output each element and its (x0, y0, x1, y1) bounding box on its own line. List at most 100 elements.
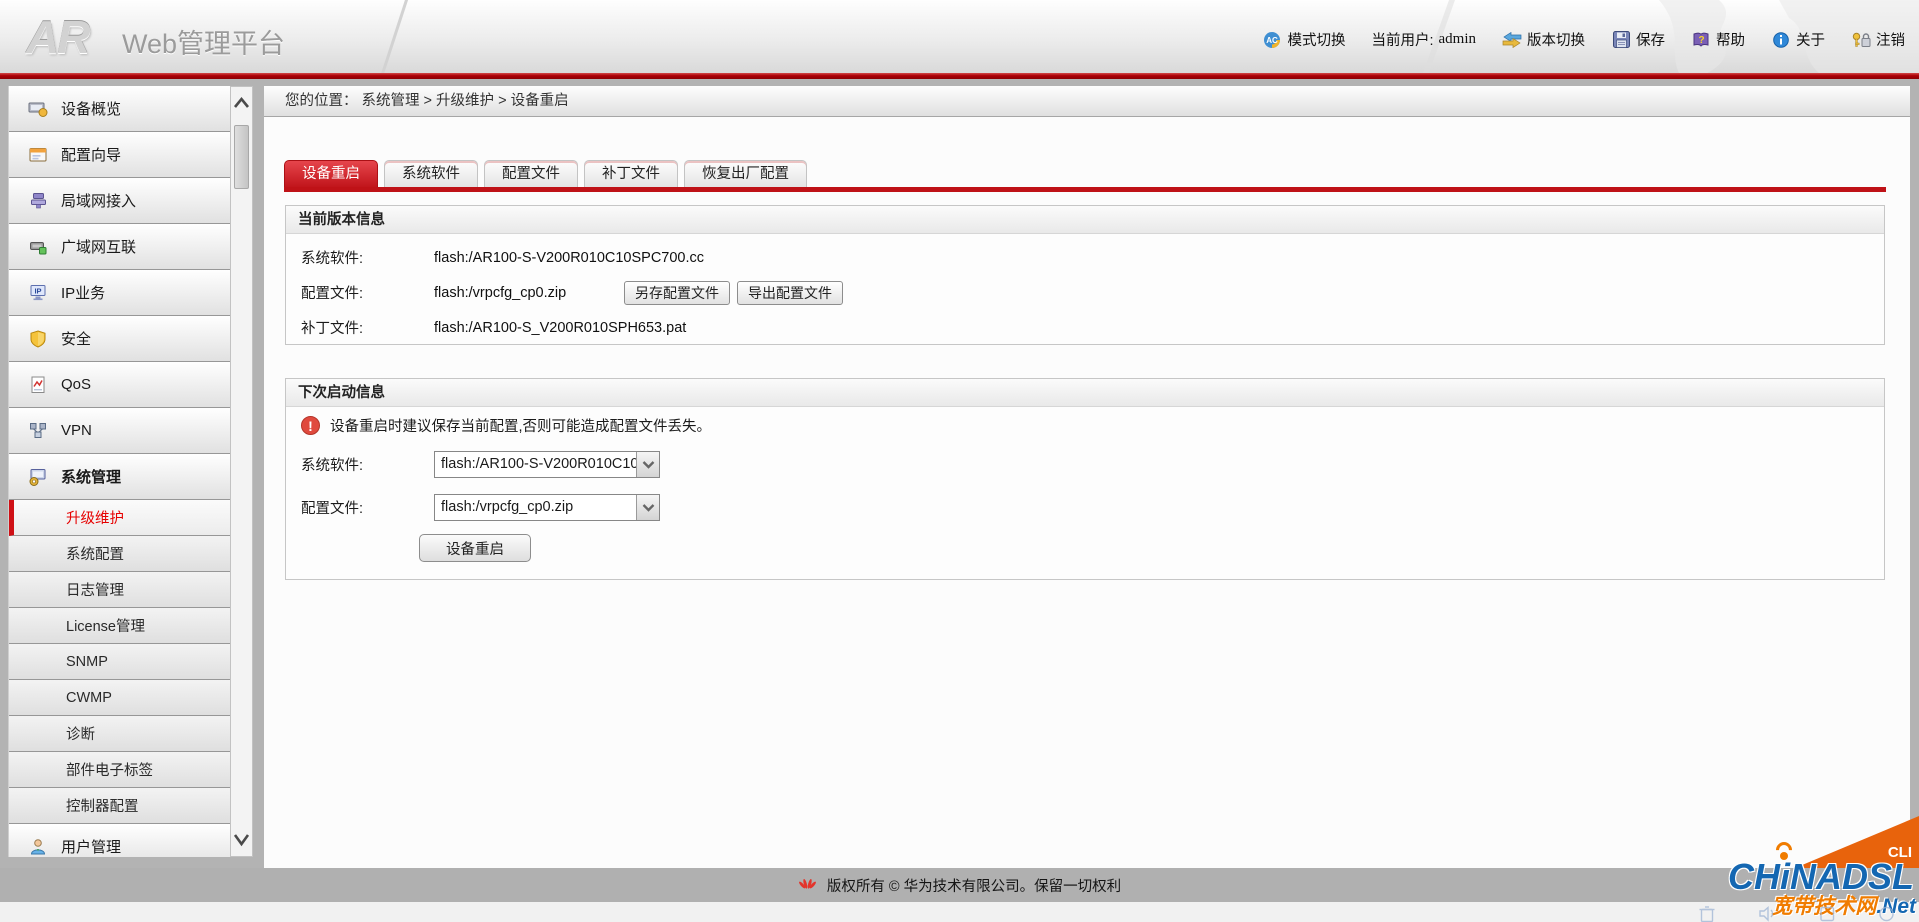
sidebar-item-label: 系统配置 (66, 543, 124, 564)
sidebar-item-user-management[interactable]: 用户管理 (9, 824, 230, 857)
warning-text: 设备重启时建议保存当前配置,否则可能造成配置文件丢失。 (330, 415, 711, 436)
sidebar-item-label: 部件电子标签 (66, 759, 153, 780)
svg-text:AC: AC (1267, 36, 1279, 45)
ip-service-icon: IP (28, 284, 48, 302)
vpn-icon (28, 422, 48, 440)
sidebar-item-elabel[interactable]: 部件电子标签 (9, 752, 230, 788)
config-file-row: 配置文件: flash:/vrpcfg_cp0.zip 另存配置文件 导出配置文… (286, 275, 1884, 310)
ac-mode-icon: AC (1262, 31, 1282, 49)
sidebar-item-wan-interconnect[interactable]: 广域网互联 (9, 224, 230, 270)
footer: 版权所有 © 华为技术有限公司。保留一切权利 (0, 868, 1919, 902)
wan-interconnect-icon (28, 238, 48, 256)
sidebar-item-vpn[interactable]: VPN (9, 408, 230, 454)
ar-logo: AR (26, 10, 88, 64)
sidebar-item-snmp[interactable]: SNMP (9, 644, 230, 680)
chevron-down-icon[interactable] (636, 495, 659, 520)
system-software-select[interactable]: flash:/AR100-S-V200R010C10SPC700.cc (434, 451, 660, 478)
current-version-section: 当前版本信息 系统软件: flash:/AR100-S-V200R010C10S… (285, 205, 1885, 345)
sidebar-item-ip-service[interactable]: IP IP业务 (9, 270, 230, 316)
row-label: 配置文件: (301, 497, 434, 518)
warning-icon: ! (301, 416, 320, 435)
sidebar-item-license-management[interactable]: License管理 (9, 608, 230, 644)
mode-switch-label: 模式切换 (1287, 29, 1345, 50)
logout-icon (1851, 31, 1871, 49)
tab-patch-file[interactable]: 补丁文件 (584, 160, 678, 187)
sidebar-item-security[interactable]: 安全 (9, 316, 230, 362)
version-switch-label: 版本切换 (1527, 29, 1585, 50)
sidebar-item-upgrade-maintenance[interactable]: 升级维护 (9, 500, 230, 536)
tab-system-software[interactable]: 系统软件 (384, 160, 478, 187)
sidebar-item-cwmp[interactable]: CWMP (9, 680, 230, 716)
header-accent-line (0, 73, 1919, 79)
sidebar-item-qos[interactable]: QoS (9, 362, 230, 408)
sidebar-menu: 设备概览 配置向导 局域网接入 广域网互联 IP (8, 86, 230, 857)
sidebar-item-system-management[interactable]: 系统管理 (9, 454, 230, 500)
help-button[interactable]: ? 帮助 (1691, 29, 1745, 50)
about-button[interactable]: 关于 (1771, 29, 1825, 50)
mode-switch-button[interactable]: AC 模式切换 (1262, 29, 1345, 50)
sidebar-item-label: CWMP (66, 690, 112, 706)
current-user: 当前用户: admin (1371, 29, 1476, 50)
speaker-icon (1758, 905, 1777, 922)
next-system-software-row: 系统软件: flash:/AR100-S-V200R010C10SPC700.c… (301, 451, 660, 478)
tab-underline (284, 187, 1886, 192)
reboot-warning: ! 设备重启时建议保存当前配置,否则可能造成配置文件丢失。 (301, 415, 711, 436)
save-button[interactable]: 保存 (1611, 29, 1665, 50)
version-switch-button[interactable]: 版本切换 (1502, 29, 1585, 50)
footer-strip (0, 902, 1919, 922)
section-title: 下次启动信息 (286, 379, 1884, 407)
config-file-select[interactable]: flash:/vrpcfg_cp0.zip (434, 494, 660, 521)
tab-device-reboot[interactable]: 设备重启 (284, 160, 378, 187)
tab-bar: 设备重启 系统软件 配置文件 补丁文件 恢复出厂配置 (284, 160, 807, 187)
sidebar-item-label: VPN (61, 422, 92, 439)
sidebar-item-system-config[interactable]: 系统配置 (9, 536, 230, 572)
section-title: 当前版本信息 (286, 206, 1884, 234)
sidebar-item-config-wizard[interactable]: 配置向导 (9, 132, 230, 178)
sidebar-item-diagnosis[interactable]: 诊断 (9, 716, 230, 752)
sidebar-scrollbar[interactable] (230, 86, 253, 857)
scroll-up-icon[interactable] (232, 95, 251, 113)
sidebar-item-label: SNMP (66, 654, 108, 670)
trash-icon (1698, 905, 1716, 922)
faint-phone-icons (1698, 905, 1895, 922)
sidebar-item-device-overview[interactable]: 设备概览 (9, 86, 230, 132)
header-divider-line (377, 0, 411, 73)
sidebar-item-label: 升级维护 (66, 507, 124, 528)
breadcrumb: 您的位置： 系统管理 > 升级维护 > 设备重启 (264, 86, 1910, 117)
lan-access-icon (28, 192, 48, 210)
sidebar-item-lan-access[interactable]: 局域网接入 (9, 178, 230, 224)
square-icon (1819, 905, 1836, 922)
save-config-as-button[interactable]: 另存配置文件 (624, 281, 730, 305)
page-title: Web管理平台 (122, 22, 285, 61)
config-file-value: flash:/vrpcfg_cp0.zip (434, 285, 624, 301)
tab-config-file[interactable]: 配置文件 (484, 160, 578, 187)
app-header: AR Web管理平台 AC 模式切换 当前用户: admin 版本切换 (0, 0, 1919, 73)
save-icon (1611, 31, 1631, 49)
system-software-row: 系统软件: flash:/AR100-S-V200R010C10SPC700.c… (286, 240, 1884, 275)
scrollbar-thumb[interactable] (234, 125, 249, 189)
row-label: 系统软件: (301, 454, 434, 475)
sidebar-item-label: 安全 (61, 328, 91, 349)
logout-label: 注销 (1876, 29, 1905, 50)
main-content: 您的位置： 系统管理 > 升级维护 > 设备重启 设备重启 系统软件 配置文件 … (264, 86, 1910, 868)
logout-button[interactable]: 注销 (1851, 29, 1905, 50)
row-label: 配置文件: (301, 282, 434, 303)
chevron-down-icon[interactable] (636, 452, 659, 477)
row-label: 系统软件: (301, 247, 434, 268)
breadcrumb-text: 您的位置： 系统管理 > 升级维护 > 设备重启 (285, 93, 569, 109)
sidebar-item-label: 广域网互联 (61, 236, 136, 257)
security-shield-icon (28, 330, 48, 348)
device-reboot-button[interactable]: 设备重启 (419, 534, 531, 562)
sidebar-item-label: 配置向导 (61, 144, 121, 165)
sidebar-item-label: QoS (61, 376, 91, 393)
scroll-down-icon[interactable] (232, 830, 251, 850)
tab-factory-reset[interactable]: 恢复出厂配置 (684, 160, 807, 187)
export-config-button[interactable]: 导出配置文件 (737, 281, 843, 305)
sidebar-item-controller-config[interactable]: 控制器配置 (9, 788, 230, 824)
next-config-file-row: 配置文件: flash:/vrpcfg_cp0.zip (301, 494, 660, 521)
sidebar-item-log-management[interactable]: 日志管理 (9, 572, 230, 608)
help-label: 帮助 (1716, 29, 1745, 50)
sidebar-item-label: 控制器配置 (66, 795, 139, 816)
version-switch-icon (1502, 31, 1522, 49)
svg-text:?: ? (1698, 35, 1704, 46)
